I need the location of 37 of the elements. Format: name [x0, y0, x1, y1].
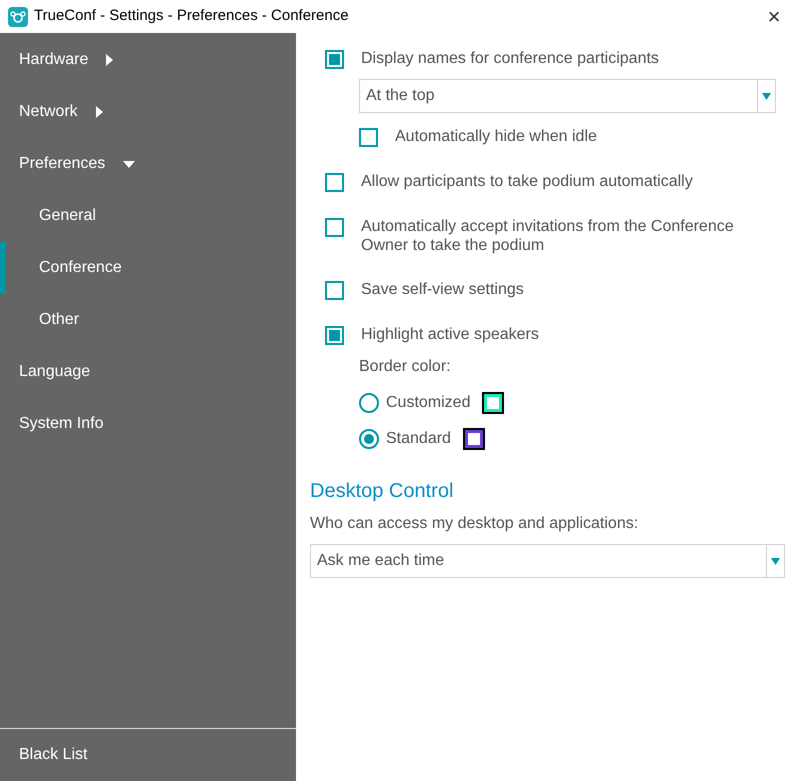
border-color-label: Border color: [359, 357, 452, 377]
close-button[interactable]: × [762, 6, 786, 28]
checkbox-label: Automatically accept invitations from the Conference Owner to take the podium [361, 217, 735, 255]
checkbox[interactable] [325, 281, 344, 300]
checkbox[interactable] [325, 326, 344, 345]
sidebar-item[interactable]: System Info [0, 398, 296, 450]
checkbox-label: Highlight active speakers [361, 325, 540, 344]
app-logo-icon [8, 6, 28, 26]
sidebar-item[interactable]: Other [0, 294, 296, 346]
caret-icon [771, 558, 780, 564]
window-title: TrueConf - Settings - Preferences - Conference [34, 6, 349, 26]
sidebar-item[interactable]: General [0, 190, 296, 242]
radio-label: Customized [386, 393, 470, 413]
sidebar-item[interactable]: Language [0, 346, 296, 398]
radio-button[interactable] [359, 393, 379, 413]
sidebar-item[interactable]: Hardware [0, 34, 296, 86]
checkbox[interactable] [325, 173, 344, 192]
section-heading: Desktop Control [310, 479, 454, 504]
checkbox[interactable] [325, 50, 344, 69]
dropdown[interactable]: At the top [359, 79, 776, 113]
field-label: Who can access my desktop and applications: [310, 514, 640, 534]
caret-icon [762, 92, 771, 100]
sidebar-item[interactable]: Preferences [0, 138, 296, 190]
sidebar-item[interactable]: Conference [0, 242, 296, 294]
color-swatch[interactable] [482, 392, 504, 414]
radio-button[interactable] [359, 429, 379, 449]
checkbox[interactable] [359, 128, 378, 147]
dropdown[interactable]: Ask me each time [310, 544, 785, 578]
color-swatch[interactable] [462, 428, 485, 450]
sidebar-item[interactable]: Black List [0, 729, 296, 781]
checkbox-label: Save self-view settings [361, 280, 525, 299]
radio-label: Standard [386, 429, 451, 449]
checkbox-label: Automatically hide when idle [395, 127, 598, 146]
checkbox[interactable] [325, 218, 344, 237]
checkbox-label: Display names for conference participants [361, 49, 660, 68]
checkbox-label: Allow participants to take podium automatically [361, 172, 694, 191]
sidebar-item[interactable]: Network [0, 86, 296, 138]
